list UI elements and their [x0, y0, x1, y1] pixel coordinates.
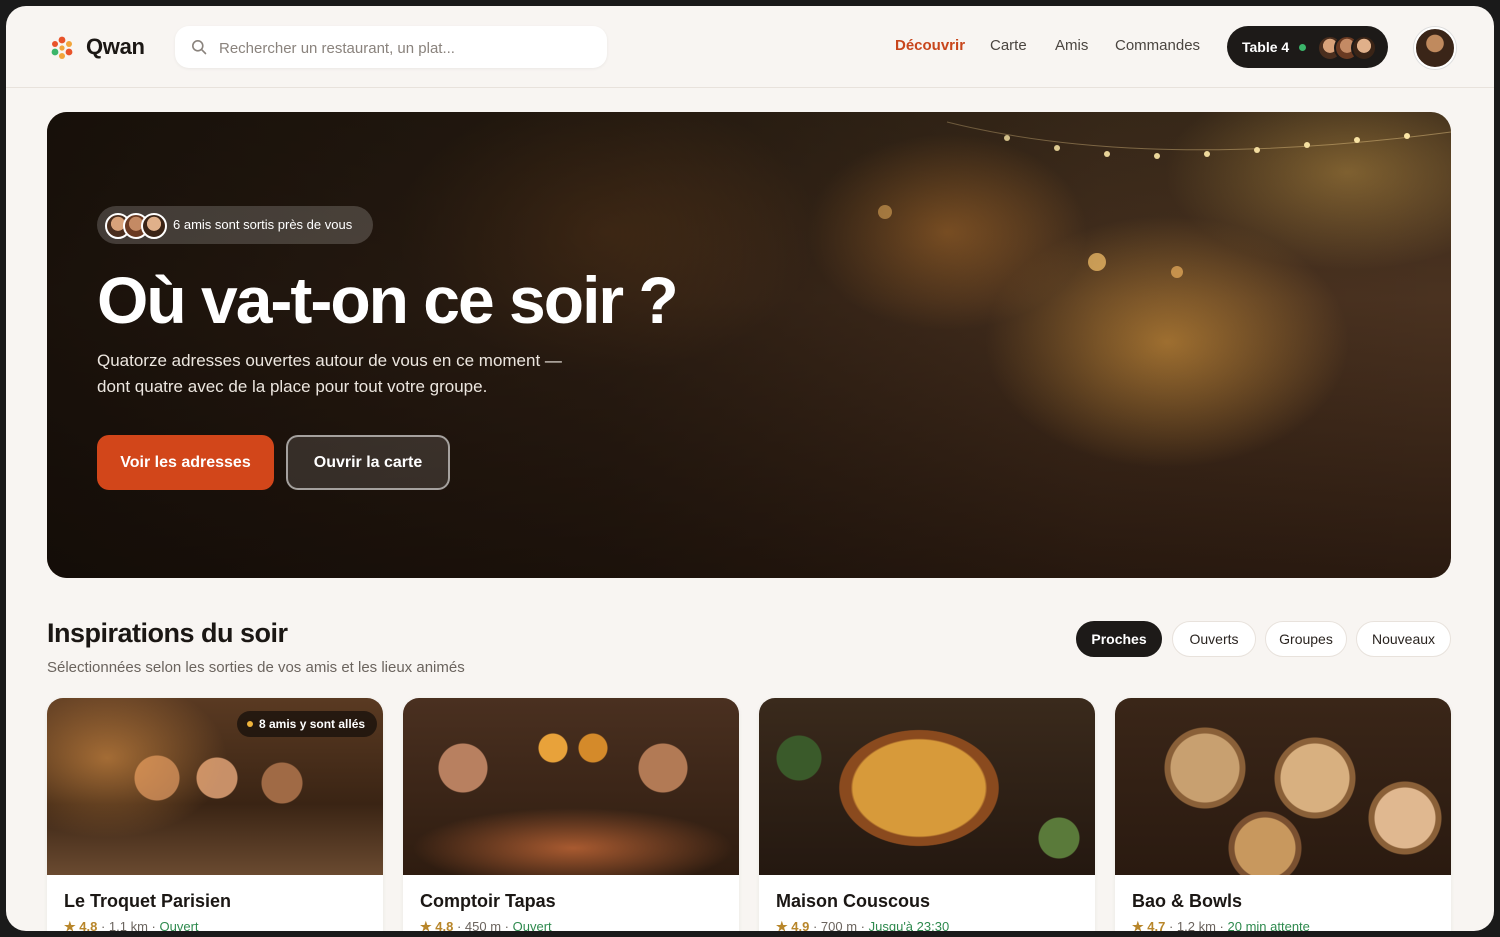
- restaurant-status: Jusqu'à 23:30: [868, 919, 950, 931]
- restaurant-meta: ★ 4.7 · 1.2 km · 20 min attente: [1132, 919, 1310, 931]
- friends-nearby-chip[interactable]: 6 amis sont sortis près de vous: [97, 206, 373, 244]
- section-subtitle: Sélectionnées selon les sorties de vos a…: [47, 659, 465, 676]
- hero-banner: 6 amis sont sortis près de vous Où va-t-…: [47, 112, 1451, 578]
- see-places-button[interactable]: Voir les adresses: [97, 435, 274, 490]
- star-icon: ★: [776, 919, 788, 931]
- hero-overlay: [47, 112, 1451, 578]
- restaurant-rating: 4.8: [435, 919, 454, 931]
- table-status-dot: [1299, 44, 1306, 51]
- restaurant-name: Le Troquet Parisien: [64, 891, 232, 911]
- restaurant-status: 20 min attente: [1227, 919, 1310, 931]
- restaurant-status: Ouvert: [159, 919, 199, 931]
- nav-carte[interactable]: Carte: [990, 37, 1027, 54]
- table-member-avatar: [1351, 35, 1377, 61]
- restaurant-rating: 4.8: [79, 919, 98, 931]
- restaurant-photo: [1115, 698, 1451, 875]
- restaurant-name: Comptoir Tapas: [420, 891, 556, 911]
- section-title: Inspirations du soir: [47, 618, 288, 648]
- restaurant-meta: ★ 4.8 · 1.1 km · Ouvert: [64, 919, 199, 931]
- restaurant-distance: 1.2 km: [1176, 919, 1216, 931]
- user-avatar[interactable]: [1414, 27, 1456, 69]
- restaurant-meta: ★ 4.8 · 450 m · Ouvert: [420, 919, 552, 931]
- restaurant-photo: [403, 698, 739, 875]
- restaurant-name: Maison Couscous: [776, 891, 931, 911]
- hero-subtitle: Quatorze adresses ouvertes autour de vou…: [97, 351, 562, 396]
- restaurant-distance: 1.1 km: [108, 919, 148, 931]
- friends-nearby-text: 6 amis sont sortis près de vous: [173, 217, 353, 232]
- nav-amis[interactable]: Amis: [1055, 37, 1088, 54]
- nav-decouvrir[interactable]: Découvrir: [895, 37, 965, 54]
- qwan-logo-icon[interactable]: [48, 34, 76, 62]
- nav-commandes[interactable]: Commandes: [1115, 37, 1200, 54]
- filter-proches[interactable]: Proches: [1076, 621, 1162, 657]
- star-icon: ★: [64, 919, 76, 931]
- open-map-button[interactable]: Ouvrir la carte: [286, 435, 450, 490]
- restaurant-card[interactable]: Comptoir Tapas ★ 4.8 · 450 m · Ouvert: [403, 698, 739, 931]
- restaurant-name: Bao & Bowls: [1132, 891, 1243, 911]
- app-name[interactable]: Qwan: [86, 34, 145, 60]
- restaurant-card[interactable]: Bao & Bowls ★ 4.7 · 1.2 km · 20 min atte…: [1115, 698, 1451, 931]
- restaurant-distance: 700 m: [820, 919, 858, 931]
- app-window: Qwan Découvrir Carte Amis Commandes Tabl…: [6, 6, 1494, 931]
- filter-ouverts[interactable]: Ouverts: [1172, 621, 1256, 657]
- table-session-button[interactable]: Table 4: [1227, 26, 1388, 68]
- table-label: Table 4: [1242, 39, 1290, 55]
- restaurant-card[interactable]: Maison Couscous ★ 4.9 · 700 m · Jusqu'à …: [759, 698, 1095, 931]
- restaurant-rating: 4.9: [791, 919, 810, 931]
- filter-nouveaux[interactable]: Nouveaux: [1356, 621, 1451, 657]
- top-header: Qwan Découvrir Carte Amis Commandes Tabl…: [6, 6, 1494, 88]
- search-input[interactable]: [217, 26, 601, 70]
- restaurant-card[interactable]: 8 amis y sont allés Le Troquet Parisien …: [47, 698, 383, 931]
- restaurant-status: Ouvert: [512, 919, 552, 931]
- restaurant-distance: 450 m: [464, 919, 502, 931]
- restaurant-rating: 4.7: [1147, 919, 1166, 931]
- friend-avatar: [141, 213, 167, 239]
- star-icon: ★: [1132, 919, 1144, 931]
- search-icon: [192, 40, 207, 55]
- filter-groupes[interactable]: Groupes: [1265, 621, 1347, 657]
- hero-title: Où va-t-on ce soir ?: [97, 263, 679, 337]
- restaurant-meta: ★ 4.9 · 700 m · Jusqu'à 23:30: [776, 919, 949, 931]
- search-bar[interactable]: [175, 26, 607, 70]
- restaurant-photo: [759, 698, 1095, 875]
- star-icon: ★: [420, 919, 432, 931]
- friends-visited-badge: 8 amis y sont allés: [237, 711, 378, 737]
